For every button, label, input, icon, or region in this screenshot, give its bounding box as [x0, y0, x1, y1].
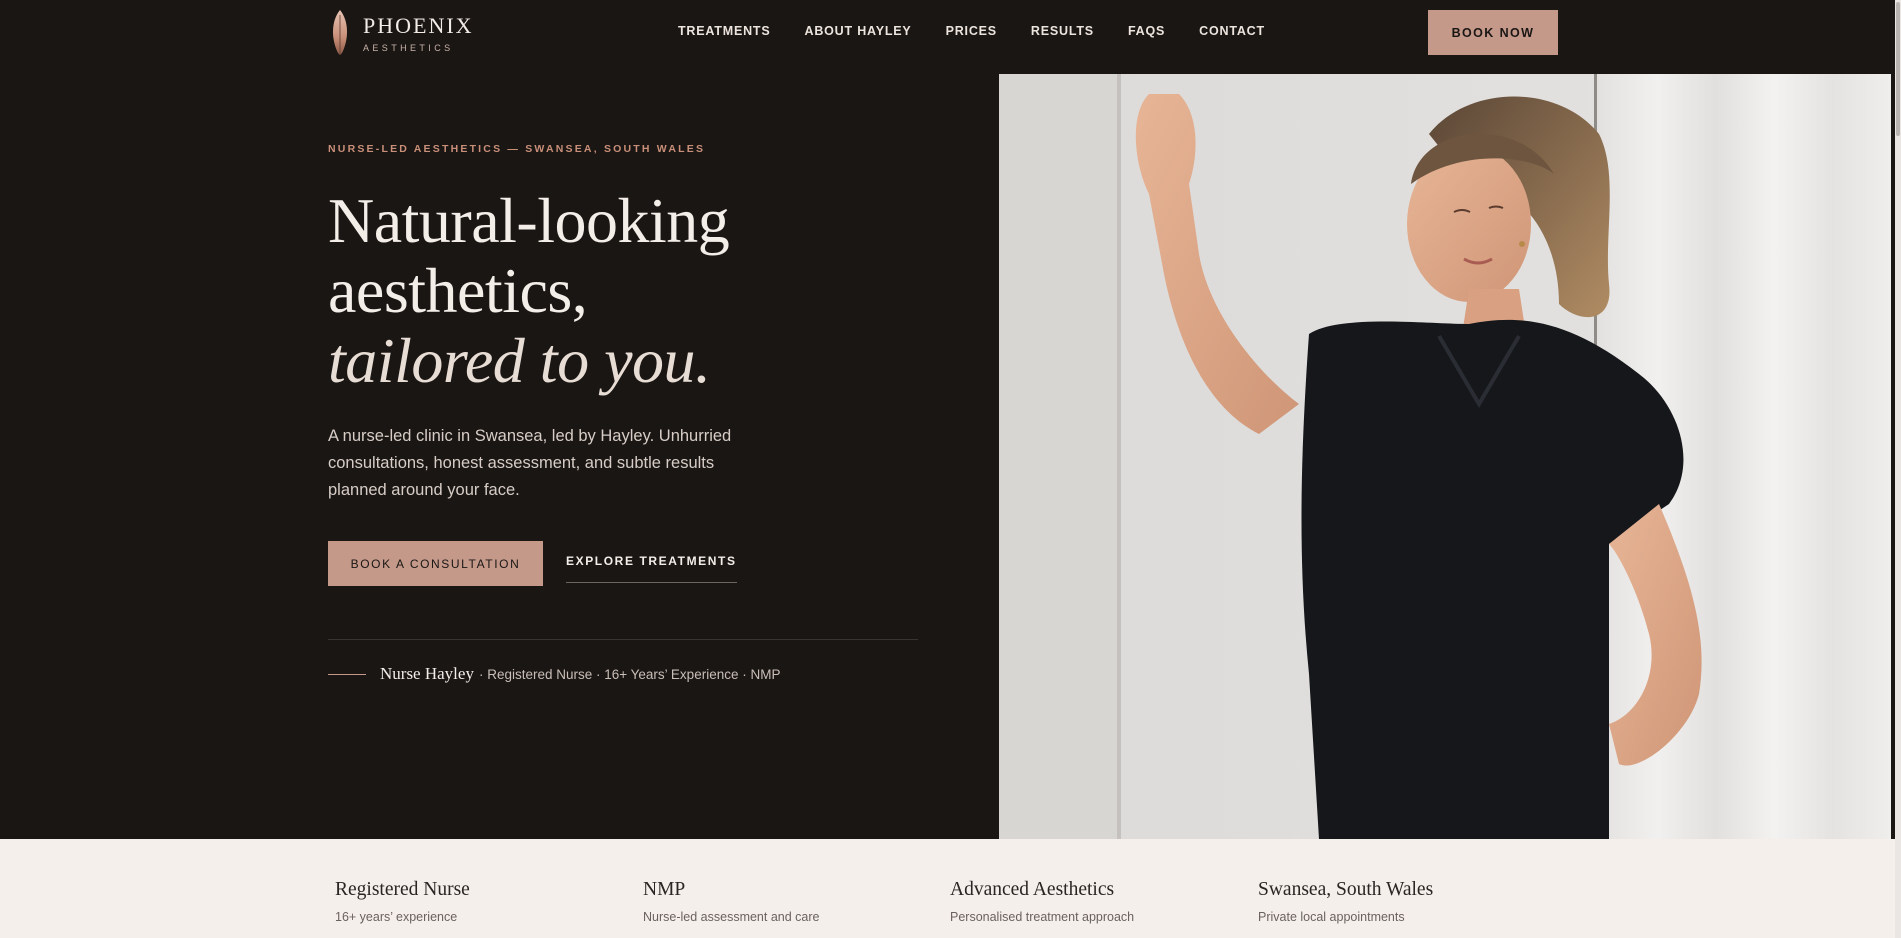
nav-item-prices[interactable]: PRICES — [946, 24, 997, 38]
highlight-subtitle: Nurse-led assessment and care — [643, 910, 820, 924]
book-now-button[interactable]: BOOK NOW — [1428, 10, 1558, 55]
nav-item-faqs[interactable]: FAQS — [1128, 24, 1165, 38]
hero-photo — [999, 74, 1891, 839]
nav-item-treatments[interactable]: TREATMENTS — [678, 24, 771, 38]
highlight-item: Registered Nurse 16+ years’ experience — [335, 879, 470, 924]
practitioner-credit: Nurse Hayley · Registered Nurse · 16+ Ye… — [328, 664, 780, 684]
practitioner-portrait-image — [999, 74, 1891, 839]
nav-item-results[interactable]: RESULTS — [1031, 24, 1094, 38]
hero-headline: Natural-looking aesthetics, tailored to … — [328, 185, 730, 396]
brand-subtitle: AESTHETICS — [363, 43, 454, 53]
hero-cta-row: BOOK A CONSULTATION EXPLORE TREATMENTS — [328, 541, 737, 586]
highlight-item: NMP Nurse-led assessment and care — [643, 879, 819, 924]
explore-treatments-link[interactable]: EXPLORE TREATMENTS — [566, 554, 737, 583]
highlight-subtitle: Personalised treatment approach — [950, 910, 1135, 924]
credit-accent-line — [328, 673, 366, 675]
headline-line-1: Natural-looking — [328, 185, 730, 256]
headline-line-3: tailored to you. — [328, 325, 711, 396]
main-nav: TREATMENTS ABOUT HAYLEY PRICES RESULTS F… — [678, 24, 1299, 38]
credit-meta: · Registered Nurse · 16+ Years’ Experien… — [478, 666, 781, 682]
hero-eyebrow: NURSE-LED AESTHETICS — SWANSEA, SOUTH WA… — [328, 143, 706, 155]
credit-name: Nurse Hayley — [380, 664, 474, 683]
feather-logo-icon — [332, 10, 348, 55]
hero-divider — [328, 639, 918, 640]
highlight-title: Advanced Aesthetics — [950, 879, 1115, 900]
highlight-subtitle: Private local appointments — [1258, 910, 1405, 924]
nav-item-about-hayley[interactable]: ABOUT HAYLEY — [805, 24, 912, 38]
nav-item-contact[interactable]: CONTACT — [1199, 24, 1265, 38]
highlight-subtitle: 16+ years’ experience — [335, 910, 458, 924]
highlight-title: Registered Nurse — [335, 879, 470, 900]
highlight-title: NMP — [643, 879, 686, 900]
page-scrollbar[interactable] — [1895, 0, 1901, 938]
highlight-item: Swansea, South Wales Private local appoi… — [1258, 879, 1433, 924]
brand-name: PHOENIX — [363, 13, 474, 38]
highlights-strip: Registered Nurse 16+ years’ experience N… — [0, 839, 1895, 938]
scrollbar-thumb[interactable] — [1896, 2, 1900, 136]
highlight-title: Swansea, South Wales — [1258, 879, 1434, 900]
highlight-item: Advanced Aesthetics Personalised treatme… — [950, 879, 1134, 924]
brand-logo[interactable]: PHOENIX AESTHETICS — [327, 9, 474, 55]
site-header: PHOENIX AESTHETICS TREATMENTS ABOUT HAYL… — [0, 0, 1895, 74]
hero-description: A nurse-led clinic in Swansea, led by Ha… — [328, 427, 732, 499]
book-consultation-button[interactable]: BOOK A CONSULTATION — [328, 541, 543, 586]
headline-line-2: aesthetics, — [328, 255, 588, 326]
brand-text: PHOENIX AESTHETICS — [363, 9, 474, 54]
